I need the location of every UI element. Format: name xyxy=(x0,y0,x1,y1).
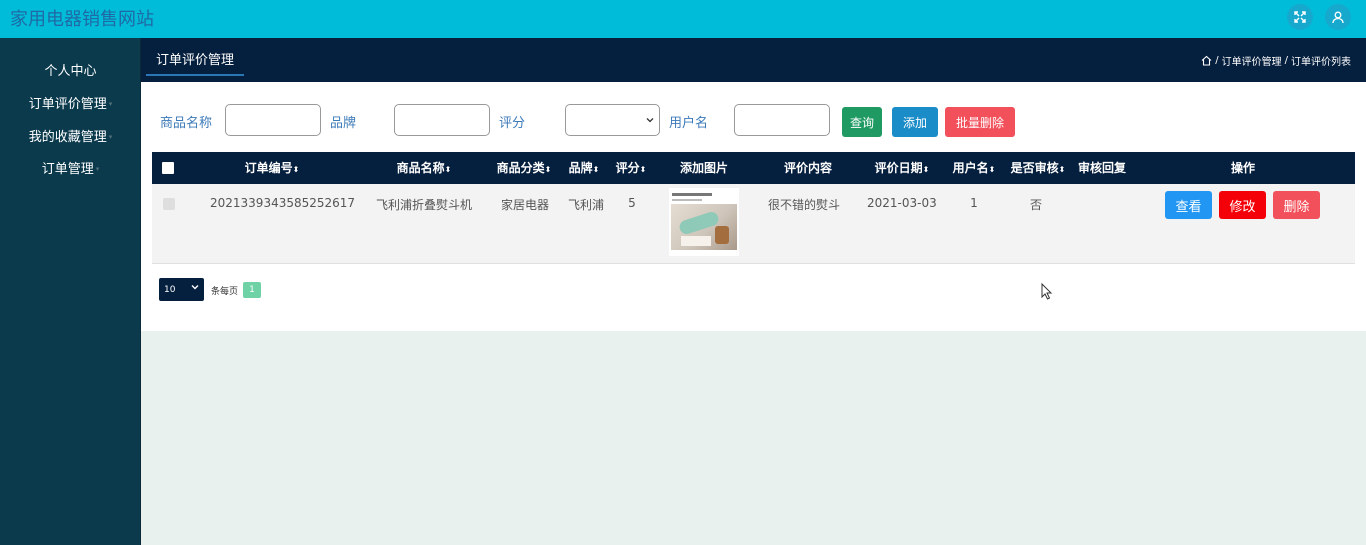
cell-reviewed: 否 xyxy=(1029,198,1042,212)
page-number-1[interactable]: 1 xyxy=(243,282,261,298)
top-bar: 家用电器销售网站 xyxy=(0,0,1366,38)
column-header-reviewed[interactable]: 是否审核⬍ xyxy=(1007,152,1069,184)
username-input[interactable] xyxy=(734,104,830,136)
username-label: 用户名 xyxy=(669,116,709,131)
cloth-shape xyxy=(681,236,711,246)
query-button[interactable]: 查询 xyxy=(842,107,882,137)
sort-icon: ⬍ xyxy=(922,165,930,174)
caret-down-icon: ▾ xyxy=(108,100,113,108)
column-header-actions: 操作 xyxy=(1230,161,1255,175)
column-header-rating[interactable]: 评分⬍ xyxy=(611,152,651,184)
sort-icon: ⬍ xyxy=(592,165,600,174)
nav-bar: 订单评价管理 / 订单评价管理 / 订单评价列表 xyxy=(141,38,1366,82)
sort-icon: ⬍ xyxy=(639,165,647,174)
cell-rating: 5 xyxy=(628,196,636,210)
chevron-down-icon xyxy=(646,118,654,123)
row-checkbox[interactable] xyxy=(163,198,175,210)
sidebar-item-label: 订单评价管理 xyxy=(28,96,107,112)
fullscreen-button[interactable] xyxy=(1287,4,1313,30)
content-panel: 商品名称 品牌 评分 用户名 查询 添加 批量删除 订单编号⬍ 商品名称⬍ 商品… xyxy=(141,82,1366,331)
sidebar: 个人中心 订单评价管理 ▾ 我的收藏管理 ▾ 订单管理 ▾ xyxy=(0,38,141,545)
user-icon xyxy=(1332,11,1344,24)
sidebar-item-favorites-management[interactable]: 我的收藏管理 ▾ xyxy=(0,122,141,148)
site-title: 家用电器销售网站 xyxy=(10,9,154,30)
product-name-input[interactable] xyxy=(225,104,321,136)
rating-select[interactable] xyxy=(565,104,660,136)
column-header-product-name[interactable]: 商品名称⬍ xyxy=(382,152,466,184)
sidebar-item-label: 订单管理 xyxy=(41,161,94,177)
delete-button[interactable]: 删除 xyxy=(1273,191,1320,219)
sort-icon: ⬍ xyxy=(1058,165,1066,174)
batch-delete-button[interactable]: 批量删除 xyxy=(945,107,1015,137)
column-header-username[interactable]: 用户名⬍ xyxy=(950,152,998,184)
select-all-checkbox[interactable] xyxy=(162,162,174,174)
sort-icon: ⬍ xyxy=(444,165,452,174)
sort-icon: ⬍ xyxy=(544,165,552,174)
column-header-reply: 审核回复 xyxy=(1077,161,1126,175)
chevron-down-icon xyxy=(191,285,199,290)
column-header-image: 添加图片 xyxy=(679,161,728,175)
breadcrumb-level1[interactable]: 订单评价管理 xyxy=(1222,53,1282,68)
mouse-cursor-icon xyxy=(1041,283,1053,300)
table-header: 订单编号⬍ 商品名称⬍ 商品分类⬍ 品牌⬍ 评分⬍ 添加图片 评价内容 评价日期… xyxy=(152,152,1355,184)
edit-button[interactable]: 修改 xyxy=(1219,191,1266,219)
cell-brand: 飞利浦 xyxy=(567,198,604,212)
product-name-label: 商品名称 xyxy=(160,116,213,131)
cell-product-name: 飞利浦折叠熨斗机 xyxy=(375,198,472,212)
caret-down-icon: ▾ xyxy=(108,133,113,141)
sidebar-item-personal-center[interactable]: 个人中心 xyxy=(0,56,141,82)
expand-icon xyxy=(1294,11,1306,23)
breadcrumb-separator: / xyxy=(1215,55,1219,66)
thumbnail-text-line xyxy=(672,193,712,196)
home-icon[interactable] xyxy=(1201,55,1212,66)
table-row: 2021339343585252617 飞利浦折叠熨斗机 家居电器 飞利浦 5 … xyxy=(152,184,1355,264)
page-size-value: 10 xyxy=(164,284,176,295)
cell-username: 1 xyxy=(970,196,978,210)
cell-comment: 很不错的熨斗 xyxy=(768,198,841,212)
view-button[interactable]: 查看 xyxy=(1165,191,1212,219)
sort-icon: ⬍ xyxy=(292,165,300,174)
iron-shape xyxy=(677,210,721,236)
column-header-order-no[interactable]: 订单编号⬍ xyxy=(224,152,320,184)
sort-icon: ⬍ xyxy=(988,165,996,174)
sidebar-item-order-review-management[interactable]: 订单评价管理 ▾ xyxy=(0,89,141,115)
breadcrumb: / 订单评价管理 / 订单评价列表 xyxy=(1201,53,1351,68)
brand-label: 品牌 xyxy=(330,116,357,131)
brand-input[interactable] xyxy=(394,104,490,136)
column-header-date[interactable]: 评价日期⬍ xyxy=(871,152,933,184)
caret-down-icon: ▾ xyxy=(95,165,100,173)
cell-category: 家居电器 xyxy=(500,198,549,212)
cell-date: 2021-03-03 xyxy=(867,196,937,210)
breadcrumb-separator: / xyxy=(1284,55,1288,66)
page-size-select[interactable]: 10 xyxy=(159,278,204,301)
product-thumbnail[interactable] xyxy=(669,188,739,256)
breadcrumb-level2: 订单评价列表 xyxy=(1291,57,1351,68)
per-page-label: 条每页 xyxy=(211,287,239,297)
sidebar-item-label: 我的收藏管理 xyxy=(28,129,107,145)
cup-shape xyxy=(715,226,729,244)
thumbnail-photo xyxy=(671,204,737,250)
tab-order-review-management[interactable]: 订单评价管理 xyxy=(146,48,245,76)
add-button[interactable]: 添加 xyxy=(892,107,938,137)
user-button[interactable] xyxy=(1325,4,1351,30)
column-header-brand[interactable]: 品牌⬍ xyxy=(566,152,602,184)
column-header-comment: 评价内容 xyxy=(783,161,832,175)
column-header-category[interactable]: 商品分类⬍ xyxy=(482,152,566,184)
cell-order-no: 2021339343585252617 xyxy=(210,196,356,210)
sidebar-item-label: 个人中心 xyxy=(44,63,97,79)
rating-label: 评分 xyxy=(499,116,526,131)
thumbnail-text-line xyxy=(672,199,702,201)
sidebar-item-order-management[interactable]: 订单管理 ▾ xyxy=(0,154,141,180)
